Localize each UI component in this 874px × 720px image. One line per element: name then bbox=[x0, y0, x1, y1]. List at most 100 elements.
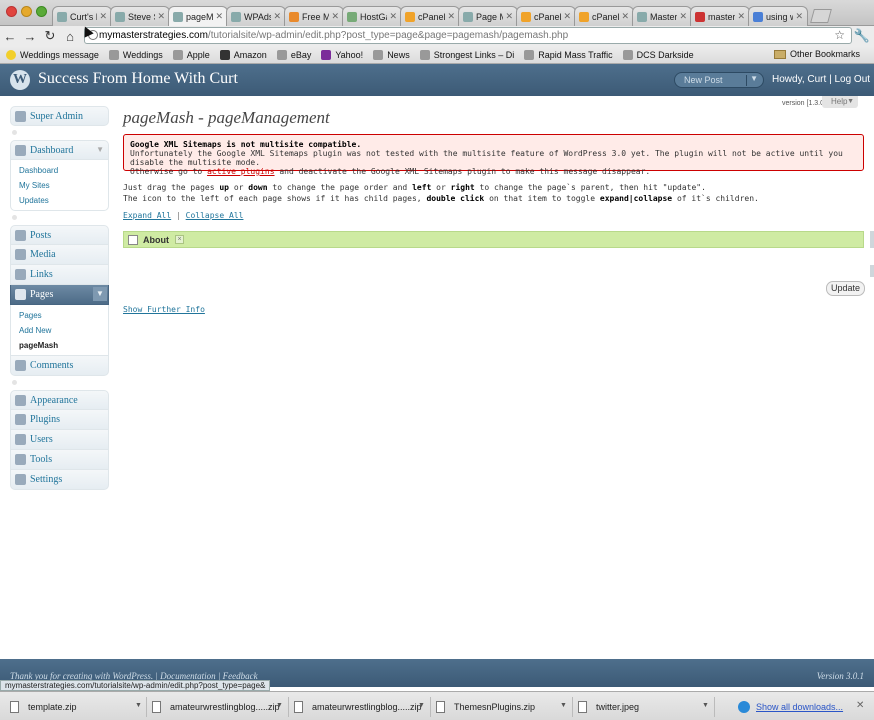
close-tab-icon[interactable]: ✕ bbox=[215, 11, 223, 22]
browser-tab[interactable]: cPanel F✕ bbox=[400, 6, 460, 26]
download-item[interactable]: ThemesnPlugins.zip ▼ bbox=[436, 697, 573, 717]
close-tab-icon[interactable]: ✕ bbox=[447, 11, 455, 22]
zoom-window-icon[interactable] bbox=[36, 6, 47, 17]
chevron-down-icon[interactable]: ▼ bbox=[418, 702, 425, 709]
close-tab-icon[interactable]: ✕ bbox=[505, 11, 513, 22]
browser-tab[interactable]: masters✕ bbox=[690, 6, 750, 26]
new-tab-button[interactable] bbox=[810, 9, 832, 23]
minimize-window-icon[interactable] bbox=[21, 6, 32, 17]
bookmark-item[interactable]: Weddings message bbox=[6, 49, 99, 60]
bookmark-item[interactable]: Amazon bbox=[219, 49, 267, 60]
browser-tab-active[interactable]: pageMa✕ bbox=[168, 6, 228, 26]
close-tab-icon[interactable]: ✕ bbox=[795, 11, 803, 22]
close-tab-icon[interactable]: ✕ bbox=[273, 11, 281, 22]
submenu-item-dashboard[interactable]: Dashboard bbox=[19, 163, 108, 178]
help-tab[interactable]: Help ▼ bbox=[822, 96, 858, 108]
collapse-all-link[interactable]: Collapse All bbox=[186, 211, 244, 220]
browser-tab[interactable]: Page Ma✕ bbox=[458, 6, 518, 26]
submenu-item-add-new[interactable]: Add New bbox=[19, 323, 108, 338]
download-item[interactable]: template.zip ▼ bbox=[10, 697, 147, 717]
sidebar-item-comments[interactable]: Comments bbox=[10, 356, 109, 376]
close-tab-icon[interactable]: ✕ bbox=[157, 11, 165, 22]
bookmark-star-icon[interactable]: ☆ bbox=[834, 28, 845, 42]
sidebar-item-appearance[interactable]: Appearance bbox=[10, 390, 109, 410]
sidebar-item-tools[interactable]: Tools bbox=[10, 450, 109, 470]
site-title[interactable]: Success From Home With Curt bbox=[38, 70, 238, 88]
pages-icon bbox=[15, 289, 26, 300]
bookmark-item[interactable]: eBay bbox=[276, 49, 311, 60]
active-plugins-link[interactable]: active plugins bbox=[207, 167, 274, 176]
bookmark-item[interactable]: DCS Darkside bbox=[622, 49, 694, 60]
home-icon[interactable]: ⌂ bbox=[60, 29, 80, 44]
chevron-down-icon[interactable]: ▼ bbox=[750, 74, 758, 83]
download-item[interactable]: twitter.jpeg ▼ bbox=[578, 697, 715, 717]
browser-tab[interactable]: WPAds ✕ bbox=[226, 6, 286, 26]
download-item[interactable]: amateurwrestlingblog.....zip ▼ bbox=[152, 697, 289, 717]
sidebar-item-users[interactable]: Users bbox=[10, 430, 109, 450]
bookmark-item[interactable]: Rapid Mass Traffic bbox=[524, 49, 613, 60]
other-bookmarks[interactable]: Other Bookmarks bbox=[773, 49, 860, 59]
bookmark-item[interactable]: Apple bbox=[172, 49, 210, 60]
browser-tab[interactable]: Curt's H✕ bbox=[52, 6, 112, 26]
browser-tab[interactable]: Free Me✕ bbox=[284, 6, 344, 26]
submenu-item-pagemash[interactable]: pageMash bbox=[19, 338, 108, 353]
address-bar[interactable]: mymasterstrategies.com/tutorialsite/wp-a… bbox=[84, 27, 852, 44]
browser-tab[interactable]: cPanel F✕ bbox=[574, 6, 634, 26]
expand-all-link[interactable]: Expand All bbox=[123, 211, 171, 220]
download-item[interactable]: amateurwrestlingblog.....zip ▼ bbox=[294, 697, 431, 717]
close-tab-icon[interactable]: ✕ bbox=[679, 11, 687, 22]
bookmark-item[interactable]: Yahoo! bbox=[321, 49, 363, 60]
close-tab-icon[interactable]: ✕ bbox=[389, 11, 397, 22]
close-tab-icon[interactable]: ✕ bbox=[331, 11, 339, 22]
submenu-item-my-sites[interactable]: My Sites bbox=[19, 178, 108, 193]
bookmark-item[interactable]: Strongest Links – Di bbox=[419, 49, 514, 60]
close-tab-icon[interactable]: ✕ bbox=[737, 11, 745, 22]
sidebar-item-super-admin[interactable]: Super Admin bbox=[10, 106, 109, 126]
update-button[interactable]: Update bbox=[826, 281, 866, 296]
chevron-down-icon[interactable]: ▼ bbox=[702, 702, 709, 709]
forward-arrow-icon[interactable]: → bbox=[20, 29, 40, 44]
sidebar-item-pages[interactable]: Pages ▼ bbox=[10, 285, 109, 305]
favicon-icon bbox=[57, 11, 67, 22]
sidebar-item-dashboard[interactable]: Dashboard ▼ bbox=[10, 140, 109, 160]
browser-tab[interactable]: Steve Sc✕ bbox=[110, 6, 170, 26]
chevron-down-icon[interactable]: ▼ bbox=[93, 287, 107, 301]
wrench-icon[interactable]: 🔧 bbox=[854, 28, 870, 44]
file-icon bbox=[10, 701, 19, 713]
browser-tab[interactable]: cPanel X✕ bbox=[516, 6, 576, 26]
sidebar-item-posts[interactable]: Posts bbox=[10, 225, 109, 245]
close-window-icon[interactable] bbox=[6, 6, 17, 17]
show-further-info-link[interactable]: Show Further Info bbox=[123, 305, 205, 314]
tab-strip: Curt's H✕ Steve Sc✕ pageMa✕ WPAds✕ Free … bbox=[52, 6, 832, 26]
page-icon[interactable] bbox=[128, 234, 138, 245]
browser-tab[interactable]: Master ✕ bbox=[632, 6, 692, 26]
show-all-downloads-link[interactable]: Show all downloads... bbox=[738, 701, 843, 713]
close-tab-icon[interactable]: ✕ bbox=[621, 11, 629, 22]
chevron-down-icon: ▼ bbox=[847, 98, 854, 105]
chevron-down-icon[interactable]: ▼ bbox=[96, 145, 104, 154]
browser-tab[interactable]: using w✕ bbox=[748, 6, 808, 26]
user-name-link[interactable]: Curt bbox=[807, 74, 826, 85]
back-arrow-icon[interactable]: ← bbox=[0, 29, 20, 44]
sidebar-item-links[interactable]: Links bbox=[10, 265, 109, 285]
reload-icon[interactable]: ↻ bbox=[40, 28, 60, 44]
new-post-dropdown[interactable]: New Post ▼ bbox=[674, 72, 764, 88]
page-item-about[interactable]: About × bbox=[123, 231, 864, 248]
chevron-down-icon[interactable]: ▼ bbox=[276, 702, 283, 709]
chevron-down-icon[interactable]: ▼ bbox=[135, 702, 142, 709]
submenu-item-updates[interactable]: Updates bbox=[19, 193, 108, 208]
close-icon[interactable]: ✕ bbox=[856, 700, 864, 711]
sidebar-item-media[interactable]: Media bbox=[10, 245, 109, 265]
bookmark-item[interactable]: Weddings bbox=[108, 49, 163, 60]
chevron-down-icon[interactable]: ▼ bbox=[560, 702, 567, 709]
page-toggle-icon[interactable]: × bbox=[175, 235, 184, 244]
close-tab-icon[interactable]: ✕ bbox=[563, 11, 571, 22]
sidebar-item-settings[interactable]: Settings bbox=[10, 470, 109, 490]
sidebar-item-plugins[interactable]: Plugins bbox=[10, 410, 109, 430]
log-out-link[interactable]: Log Out bbox=[834, 74, 870, 85]
dashboard-icon bbox=[15, 144, 26, 156]
bookmark-item[interactable]: News bbox=[373, 49, 410, 60]
submenu-item-pages[interactable]: Pages bbox=[19, 308, 108, 323]
close-tab-icon[interactable]: ✕ bbox=[99, 11, 107, 22]
browser-tab[interactable]: HostGa✕ bbox=[342, 6, 402, 26]
